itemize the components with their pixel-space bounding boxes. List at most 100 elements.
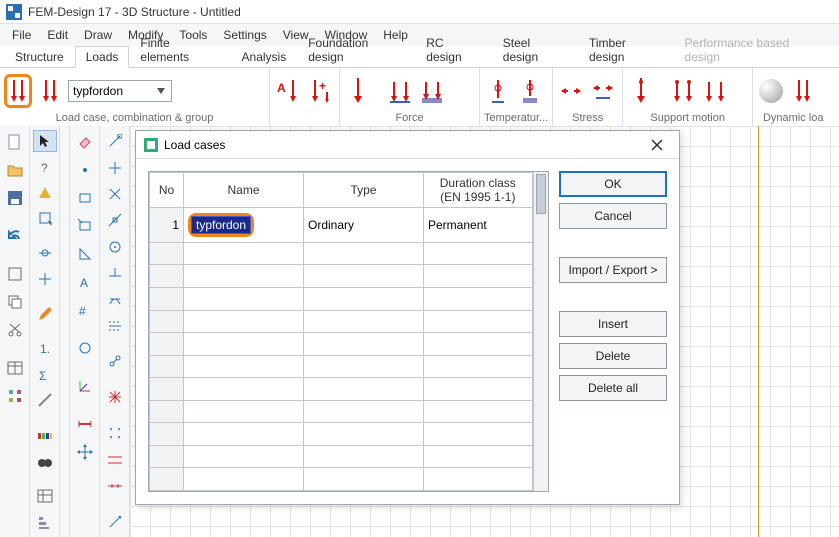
tab-structure[interactable]: Structure — [4, 46, 75, 68]
snap-node-icon[interactable] — [33, 242, 57, 264]
draw-circle-icon[interactable] — [73, 336, 97, 360]
triangle-icon[interactable] — [33, 181, 57, 203]
tool-b-icon[interactable] — [33, 390, 57, 412]
help-icon[interactable]: ? — [33, 156, 57, 178]
mass-button[interactable] — [757, 74, 785, 108]
snap1-icon[interactable] — [103, 130, 127, 152]
menu-edit[interactable]: Edit — [39, 26, 76, 44]
dynamic-load-button[interactable] — [789, 74, 817, 108]
table-scrollbar[interactable] — [533, 172, 548, 491]
load-combo-button[interactable] — [36, 74, 64, 108]
moving-load-plus-button[interactable]: + — [306, 74, 334, 108]
col-name[interactable]: Name — [184, 173, 304, 208]
tab-rc-design[interactable]: RC design — [415, 32, 492, 68]
snap-star-icon[interactable] — [103, 386, 127, 408]
line-temp-button[interactable] — [484, 74, 512, 108]
snap3-icon[interactable] — [103, 183, 127, 205]
cell-type[interactable]: Ordinary — [304, 208, 424, 243]
snap-line-icon[interactable] — [33, 268, 57, 290]
surface-temp-button[interactable] — [516, 74, 544, 108]
grid-lines2-icon[interactable] — [103, 475, 127, 497]
dialog-titlebar[interactable]: Load cases — [136, 131, 679, 159]
snap8-icon[interactable] — [103, 314, 127, 336]
tab-foundation-design[interactable]: Foundation design — [297, 32, 415, 68]
cut-icon[interactable] — [3, 318, 27, 342]
draw-rect2-icon[interactable] — [73, 214, 97, 238]
import-export-button[interactable]: Import / Export > — [559, 257, 667, 283]
grid-dots-icon[interactable] — [103, 422, 127, 444]
pointer-icon[interactable] — [33, 130, 57, 152]
dim-h-icon[interactable] — [73, 412, 97, 436]
sigma-icon[interactable]: Σ — [33, 364, 57, 386]
snap2-icon[interactable] — [103, 156, 127, 178]
grid-lines-icon[interactable] — [103, 448, 127, 470]
line-motion-button[interactable] — [669, 74, 697, 108]
binoculars-icon[interactable] — [33, 450, 57, 472]
loadcases-table[interactable]: No Name Type Duration class (EN 1995 1-1… — [148, 171, 549, 492]
line-stress2-icon — [592, 78, 614, 104]
col-duration[interactable]: Duration class (EN 1995 1-1) — [424, 173, 533, 208]
new-icon[interactable] — [3, 130, 27, 154]
snap7-icon[interactable] — [103, 288, 127, 310]
line-force-button[interactable] — [386, 74, 414, 108]
cell-name-input[interactable]: typfordon — [191, 216, 251, 234]
open-icon[interactable] — [3, 158, 27, 182]
tab-performance-based-design[interactable]: Performance based design — [674, 32, 835, 68]
cell-name[interactable]: typfordon — [184, 208, 304, 243]
menu-file[interactable]: File — [4, 26, 39, 44]
tab-analysis[interactable]: Analysis — [231, 46, 298, 68]
menu-draw[interactable]: Draw — [76, 26, 120, 44]
eraser-icon[interactable] — [73, 130, 97, 154]
point-force-button[interactable] — [344, 74, 372, 108]
scrollbar-thumb[interactable] — [536, 174, 546, 214]
delete-button[interactable]: Delete — [559, 343, 667, 369]
pencil-icon[interactable] — [33, 303, 57, 325]
grid-icon[interactable] — [3, 384, 27, 408]
snap9-icon[interactable] — [103, 350, 127, 372]
moving-load-a-button[interactable]: A — [274, 74, 302, 108]
surface-force-button[interactable] — [418, 74, 446, 108]
snap6-icon[interactable] — [103, 262, 127, 284]
insert-button[interactable]: Insert — [559, 311, 667, 337]
ribbon: typfordon Load case, combination & group… — [0, 68, 839, 126]
snap-arrow-icon[interactable] — [103, 511, 127, 533]
undo-icon[interactable] — [3, 224, 27, 248]
tab-loads[interactable]: Loads — [75, 46, 130, 68]
tab-steel-design[interactable]: Steel design — [492, 32, 578, 68]
draw-rect-icon[interactable] — [73, 186, 97, 210]
table2-icon[interactable] — [33, 486, 57, 508]
copy-icon[interactable] — [3, 290, 27, 314]
delete-all-button[interactable]: Delete all — [559, 375, 667, 401]
col-no[interactable]: No — [150, 173, 184, 208]
axes-icon[interactable] — [73, 374, 97, 398]
save-icon[interactable] — [3, 186, 27, 210]
draw-hash-icon[interactable]: # — [73, 298, 97, 322]
cell-no[interactable]: 1 — [150, 208, 184, 243]
snap4-icon[interactable] — [103, 209, 127, 231]
tool-a-icon[interactable] — [3, 262, 27, 286]
dim-1-icon[interactable]: 1. — [33, 338, 57, 360]
close-icon[interactable] — [643, 134, 671, 156]
select-rect-icon[interactable] — [33, 207, 57, 229]
line-stress2-button[interactable] — [589, 74, 617, 108]
line-stress-button[interactable] — [557, 74, 585, 108]
draw-angle-icon[interactable] — [73, 242, 97, 266]
tab-timber-design[interactable]: Timber design — [578, 32, 674, 68]
cancel-button[interactable]: Cancel — [559, 203, 667, 229]
surface-motion-button[interactable] — [701, 74, 729, 108]
tab-finite-elements[interactable]: Finite elements — [129, 32, 230, 68]
draw-text-icon[interactable]: A — [73, 270, 97, 294]
move-icon[interactable] — [73, 440, 97, 464]
table-row[interactable]: 1 typfordon Ordinary Permanent — [150, 208, 533, 243]
col-type[interactable]: Type — [304, 173, 424, 208]
snap5-icon[interactable] — [103, 235, 127, 257]
cell-duration[interactable]: Permanent — [424, 208, 533, 243]
palette-icon[interactable] — [33, 425, 57, 447]
ok-button[interactable]: OK — [559, 171, 667, 197]
loadcase-dropdown[interactable]: typfordon — [68, 80, 172, 102]
draw-point-icon[interactable] — [73, 158, 97, 182]
load-cases-button[interactable] — [4, 74, 32, 108]
table-icon[interactable] — [3, 356, 27, 380]
point-motion-button[interactable] — [627, 74, 655, 108]
sort-icon[interactable] — [33, 511, 57, 533]
